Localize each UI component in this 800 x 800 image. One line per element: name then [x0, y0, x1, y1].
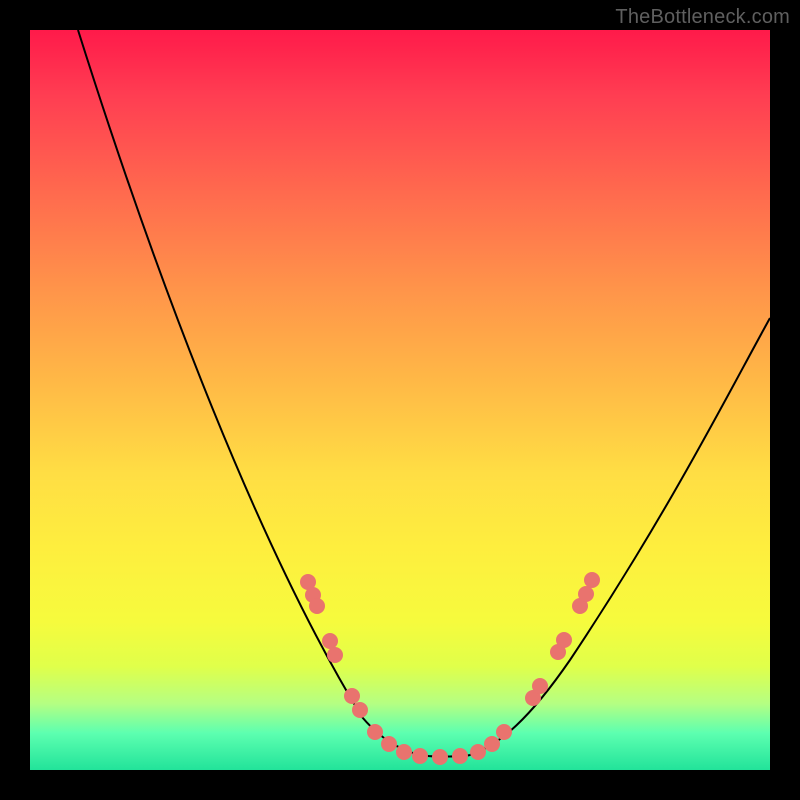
curve-dot [432, 749, 448, 765]
curve-dot [381, 736, 397, 752]
curve-left [78, 30, 420, 755]
watermark-text: TheBottleneck.com [615, 6, 790, 29]
curve-dot [556, 632, 572, 648]
curve-right [470, 318, 770, 755]
curve-svg [30, 30, 770, 770]
plot-area [30, 30, 770, 770]
chart-stage: TheBottleneck.com [0, 0, 800, 800]
curve-dot [484, 736, 500, 752]
curve-dot [412, 748, 428, 764]
curve-dot [452, 748, 468, 764]
dot-layer [300, 572, 600, 765]
curve-dot [578, 586, 594, 602]
curve-dot [344, 688, 360, 704]
curve-dot [367, 724, 383, 740]
curve-dot [470, 744, 486, 760]
curve-dot [496, 724, 512, 740]
curve-dot [532, 678, 548, 694]
curve-dot [322, 633, 338, 649]
curve-dot [584, 572, 600, 588]
curve-dot [309, 598, 325, 614]
curve-dot [327, 647, 343, 663]
curve-dot [352, 702, 368, 718]
curve-dot [396, 744, 412, 760]
